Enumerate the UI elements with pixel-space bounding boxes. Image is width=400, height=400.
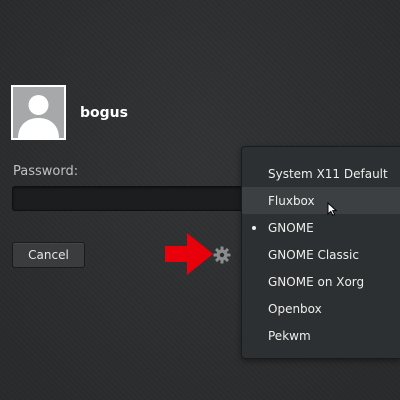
session-item-label: Pekwm [268,328,311,343]
session-item-openbox[interactable]: Openbox [242,295,400,322]
session-item-gnome-classic[interactable]: GNOME Classic [242,241,400,268]
session-item-label: Openbox [268,301,322,316]
user-avatar[interactable] [11,85,66,140]
password-label: Password: [13,164,79,179]
session-item-label: GNOME [268,220,314,235]
session-item-label: GNOME Classic [268,247,359,262]
gear-icon[interactable] [213,246,231,264]
session-item-fluxbox[interactable]: Fluxbox [242,187,400,214]
session-item-gnome[interactable]: GNOME [242,214,400,241]
selected-bullet-icon [252,226,256,230]
session-item-gnome-on-xorg[interactable]: GNOME on Xorg [242,268,400,295]
session-item-label: System X11 Default [268,166,388,181]
password-field[interactable] [12,186,252,211]
session-item-label: Fluxbox [268,193,315,208]
cancel-button[interactable]: Cancel [12,242,85,268]
session-item-system-x11-default[interactable]: System X11 Default [242,160,400,187]
session-menu: System X11 Default Fluxbox GNOME GNOME C… [241,146,400,359]
session-item-pekwm[interactable]: Pekwm [242,322,400,349]
username-label[interactable]: bogus [80,105,128,121]
mouse-pointer-icon [327,202,337,216]
session-item-label: GNOME on Xorg [268,274,365,289]
red-arrow-annotation [165,233,213,275]
user-avatar-icon [18,95,59,138]
